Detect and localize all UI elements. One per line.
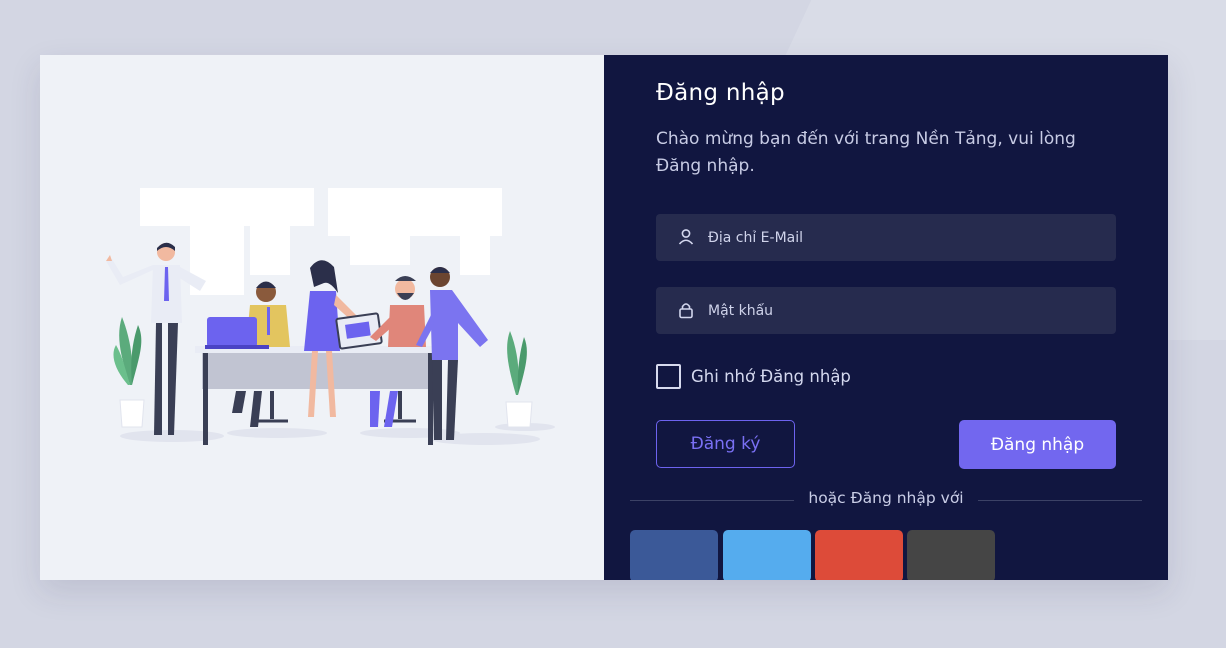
divider-text: hoặc Đăng nhập với <box>808 489 964 507</box>
password-input[interactable] <box>708 287 1098 334</box>
login-subtitle: Chào mừng bạn đến với trang Nền Tảng, vu… <box>656 129 1076 176</box>
divider-line-right <box>978 500 1142 501</box>
google-login-button[interactable] <box>815 530 903 580</box>
remember-checkbox[interactable] <box>656 364 681 389</box>
facebook-login-button[interactable] <box>630 530 718 580</box>
github-login-button[interactable] <box>907 530 995 580</box>
user-icon <box>678 229 694 245</box>
team-illustration <box>106 188 555 445</box>
login-panel: Đăng nhập Chào mừng bạn đến với trang Nề… <box>604 55 1168 580</box>
register-button[interactable]: Đăng ký <box>656 420 795 468</box>
twitter-login-button[interactable] <box>723 530 811 580</box>
illustration-panel <box>40 55 604 580</box>
social-divider: hoặc Đăng nhập với <box>630 489 1142 511</box>
password-field[interactable] <box>656 287 1116 334</box>
login-card: Đăng nhập Chào mừng bạn đến với trang Nề… <box>40 55 1168 580</box>
email-field[interactable] <box>656 214 1116 261</box>
email-input[interactable] <box>708 214 1098 261</box>
divider-line-left <box>630 500 794 501</box>
lock-icon <box>679 303 693 319</box>
remember-label: Ghi nhớ Đăng nhập <box>691 367 851 386</box>
remember-me[interactable]: Ghi nhớ Đăng nhập <box>656 364 851 389</box>
login-title: Đăng nhập <box>656 80 785 106</box>
login-button[interactable]: Đăng nhập <box>959 420 1116 469</box>
